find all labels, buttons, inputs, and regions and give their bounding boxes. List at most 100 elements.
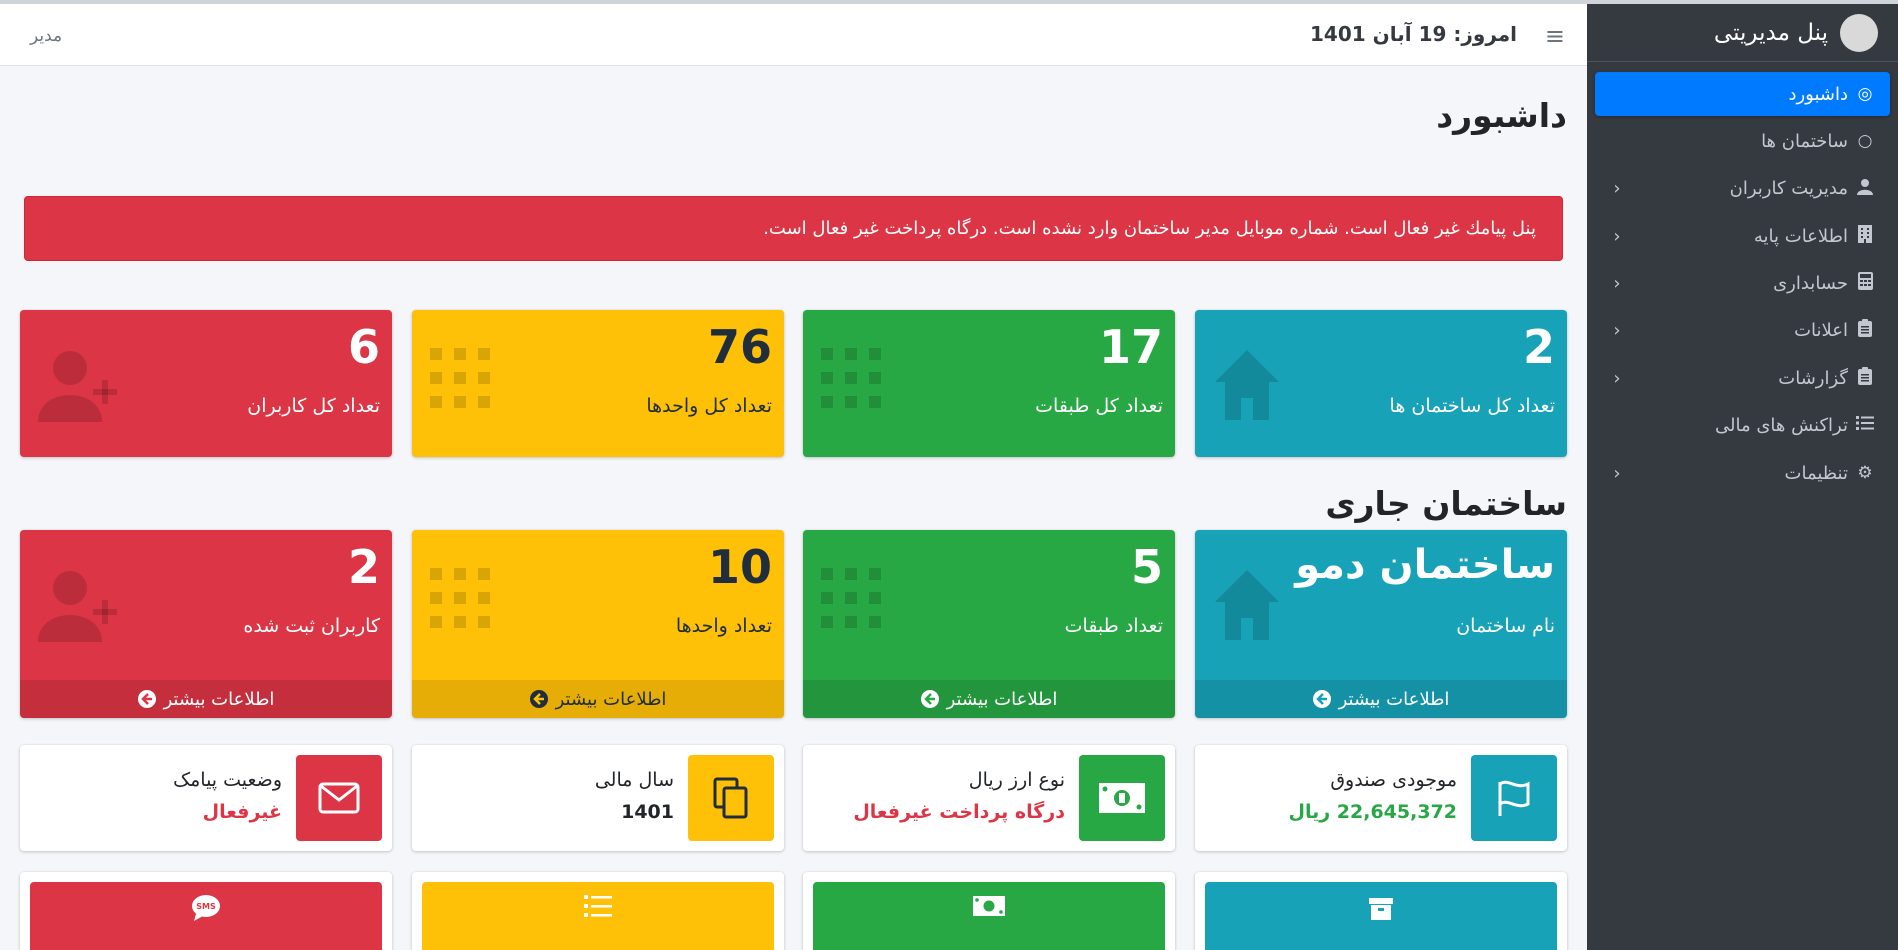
brand-logo — [1840, 13, 1878, 52]
stat-label: تعداد کل واحدها — [646, 395, 772, 417]
sidebar-item-dashboard[interactable]: ◎ داشبورد — [1595, 72, 1890, 116]
stat-label: کاربران ثبت شده — [243, 615, 380, 637]
circle-icon: ○ — [1857, 131, 1873, 152]
chevron-left-icon: ‹ — [1613, 225, 1621, 247]
building-box-name: ساختمان دمو نام ساختمان اطلاعات بیشتر — [1195, 530, 1567, 718]
stat-label: نام ساختمان — [1456, 615, 1555, 637]
sidebar-item-settings[interactable]: ⚙ تنظیمات ‹ — [1595, 451, 1890, 495]
stat-value: 76 — [707, 320, 772, 374]
more-info-link[interactable]: اطلاعات بیشتر — [1195, 680, 1567, 718]
stat-value: 2 — [1522, 320, 1555, 374]
stat-label: تعداد کل ساختمان ها — [1389, 395, 1555, 417]
info-box-sms-status: وضعیت پیامک غیرفعال — [20, 745, 392, 851]
user-icon — [1854, 178, 1876, 200]
more-info-label: اطلاعات بیشتر — [1338, 688, 1450, 710]
stat-value: ساختمان دمو — [1295, 542, 1555, 588]
page-title: داشبورد — [1436, 96, 1567, 135]
chevron-left-icon: ‹ — [1613, 273, 1621, 295]
chevron-left-icon: ‹ — [1613, 367, 1621, 389]
stat-label: تعداد کل کاربران — [247, 395, 380, 417]
quick-box-2[interactable] — [803, 872, 1175, 950]
info-value: 1401 — [621, 801, 674, 823]
more-info-link[interactable]: اطلاعات بیشتر — [412, 680, 784, 718]
today-date: امروز: 19 آبان 1401 — [1310, 22, 1517, 46]
stat-box-floors: 17 تعداد کل طبقات — [803, 310, 1175, 457]
chevron-left-icon: ‹ — [1613, 320, 1621, 342]
sidebar-item-accounting[interactable]: حسابداری ‹ — [1595, 262, 1890, 306]
clipboard-icon — [1854, 366, 1876, 390]
sidebar-item-buildings[interactable]: ○ ساختمان ها — [1595, 119, 1890, 163]
svg-text:SMS: SMS — [196, 902, 216, 911]
quick-box-4[interactable]: SMS — [20, 872, 392, 950]
sms-icon: SMS — [30, 882, 382, 950]
stat-label: تعداد کل طبقات — [1035, 395, 1163, 417]
flag-icon — [1471, 755, 1557, 841]
stat-value: 10 — [707, 540, 772, 594]
alert-text: پنل پیامك غیر فعال است. شماره موبایل مدی… — [763, 218, 1536, 239]
info-text: نوع ارز ریال — [968, 769, 1065, 791]
more-info-label: اطلاعات بیشتر — [555, 688, 667, 710]
sidebar-item-announcements[interactable]: اعلانات ‹ — [1595, 309, 1890, 353]
stat-value: 5 — [1130, 540, 1163, 594]
info-box-fiscal-year: سال مالی 1401 — [412, 745, 784, 851]
sidebar-item-label: ساختمان ها — [1761, 130, 1848, 152]
info-box-fund: موجودی صندوق 22,645,372 ریال — [1195, 745, 1567, 851]
sidebar-item-base-info[interactable]: اطلاعات پایه ‹ — [1595, 214, 1890, 258]
clipboard-icon — [1854, 319, 1876, 342]
sidebar: پنل مدیریتی ◎ داشبورد ○ ساختمان ها مدیری… — [1587, 4, 1898, 950]
more-info-link[interactable]: اطلاعات بیشتر — [20, 680, 392, 718]
brand-title: پنل مدیریتی — [1713, 19, 1828, 46]
more-info-label: اطلاعات بیشتر — [946, 688, 1058, 710]
chevron-left-icon: ‹ — [1613, 178, 1621, 200]
sidebar-item-label: مدیریت کاربران — [1729, 178, 1848, 200]
arrow-circle-left-icon — [137, 690, 156, 708]
sidebar-item-reports[interactable]: گزارشات ‹ — [1595, 356, 1890, 400]
quick-box-1[interactable] — [1195, 872, 1567, 950]
stat-value: 17 — [1098, 320, 1163, 374]
stat-label: تعداد طبقات — [1064, 615, 1163, 637]
sidebar-item-label: داشبورد — [1788, 83, 1848, 105]
home-icon — [1213, 568, 1281, 646]
home-icon — [1213, 348, 1281, 426]
stat-label: تعداد واحدها — [675, 615, 772, 637]
menu-toggle-icon[interactable]: ≡ — [1545, 22, 1565, 50]
top-navbar: ≡ امروز: 19 آبان 1401 مدیر — [0, 4, 1587, 66]
info-value: درگاه پرداخت غیرفعال — [853, 801, 1065, 823]
stat-box-buildings: 2 تعداد کل ساختمان ها — [1195, 310, 1567, 457]
building-icon — [1854, 224, 1876, 248]
grid-icon — [430, 568, 490, 636]
grid-icon — [821, 348, 881, 416]
sidebar-item-label: حسابداری — [1773, 273, 1848, 295]
sidebar-item-users[interactable]: مدیریت کاربران ‹ — [1595, 167, 1890, 211]
section-title: ساختمان جاری — [1325, 484, 1567, 523]
user-plus-icon — [38, 568, 120, 646]
user-menu[interactable]: مدیر — [30, 26, 62, 46]
grid-icon — [821, 568, 881, 636]
info-text: موجودی صندوق — [1330, 769, 1457, 791]
sidebar-item-transactions[interactable]: تراکنش های مالی — [1595, 404, 1890, 448]
brand[interactable]: پنل مدیریتی — [1587, 4, 1898, 62]
box-icon — [1205, 882, 1557, 950]
list-icon — [422, 882, 774, 950]
sidebar-item-label: تنظیمات — [1784, 462, 1848, 484]
info-box-currency: نوع ارز ریال درگاه پرداخت غیرفعال — [803, 745, 1175, 851]
info-text: سال مالی — [594, 769, 674, 791]
chevron-left-icon: ‹ — [1613, 462, 1621, 484]
sidebar-item-label: گزارشات — [1778, 367, 1848, 389]
grid-icon — [430, 348, 490, 416]
arrow-circle-left-icon — [529, 690, 548, 708]
building-box-floors: 5 تعداد طبقات اطلاعات بیشتر — [803, 530, 1175, 718]
circle-dot-icon: ◎ — [1857, 84, 1873, 104]
stat-box-users: 6 تعداد کل کاربران — [20, 310, 392, 457]
money-icon — [813, 882, 1165, 950]
copy-icon — [688, 755, 774, 841]
money-icon — [1079, 755, 1165, 841]
stat-box-units: 76 تعداد کل واحدها — [412, 310, 784, 457]
sidebar-menu: ◎ داشبورد ○ ساختمان ها مدیریت کاربران ‹ … — [1587, 62, 1898, 509]
user-plus-icon — [38, 348, 120, 426]
more-info-link[interactable]: اطلاعات بیشتر — [803, 680, 1175, 718]
envelope-icon — [296, 755, 382, 841]
quick-box-3[interactable] — [412, 872, 784, 950]
sidebar-item-label: اطلاعات پایه — [1753, 225, 1848, 247]
stat-value: 2 — [347, 540, 380, 594]
